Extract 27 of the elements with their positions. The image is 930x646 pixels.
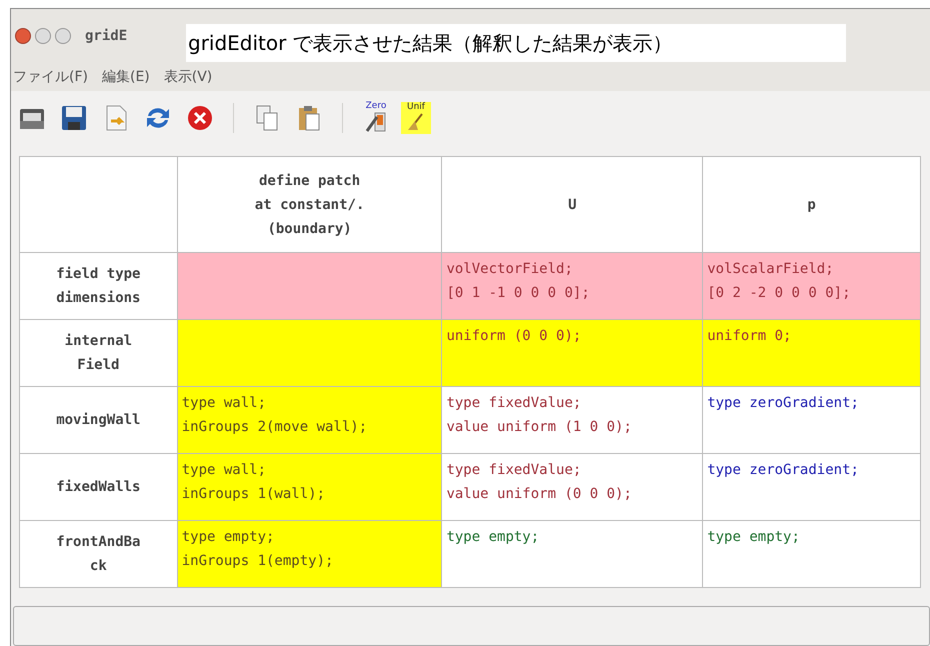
table-cell: uniform (0 0 0); <box>442 320 703 386</box>
close-button[interactable] <box>15 28 31 44</box>
table-cell: volScalarField; [0 2 -2 0 0 0 0]; <box>702 252 920 320</box>
row-header: field type dimensions <box>20 252 178 320</box>
menu-item[interactable]: 編集(E) <box>102 66 150 88</box>
caption-label: gridEditor で表示させた結果（解釈した結果が表示） <box>186 24 846 62</box>
brush-icon <box>365 111 387 133</box>
table-cell: uniform 0; <box>702 320 920 386</box>
zero-brush-button[interactable]: Zero <box>359 101 393 135</box>
table-cell: type zeroGradient; <box>702 454 920 520</box>
row-header: frontAndBa ck <box>20 520 178 588</box>
table-cell: type empty; inGroups 1(empty); <box>177 520 442 588</box>
menu-item[interactable]: ファイル(F) <box>13 66 88 88</box>
table-cell: type fixedValue; value uniform (1 0 0); <box>442 386 703 454</box>
table-cell: type wall; inGroups 1(wall); <box>177 454 442 520</box>
row-header: internal Field <box>20 320 178 386</box>
table-cell: type wall; inGroups 2(move wall); <box>177 386 442 454</box>
table-cell: type zeroGradient; <box>702 386 920 454</box>
table-cell: type empty; <box>442 520 703 588</box>
table-cell: volVectorField; [0 1 -1 0 0 0 0]; <box>442 252 703 320</box>
row-header: fixedWalls <box>20 454 178 520</box>
window-title: gridE <box>85 26 128 46</box>
row-header: movingWall <box>20 386 178 454</box>
unif-broom-button[interactable]: Unif <box>401 102 431 134</box>
table-cell: type fixedValue; value uniform (0 0 0); <box>442 454 703 520</box>
table-cell: type empty; <box>702 520 920 588</box>
menu-item[interactable]: 表示(V) <box>164 66 212 88</box>
